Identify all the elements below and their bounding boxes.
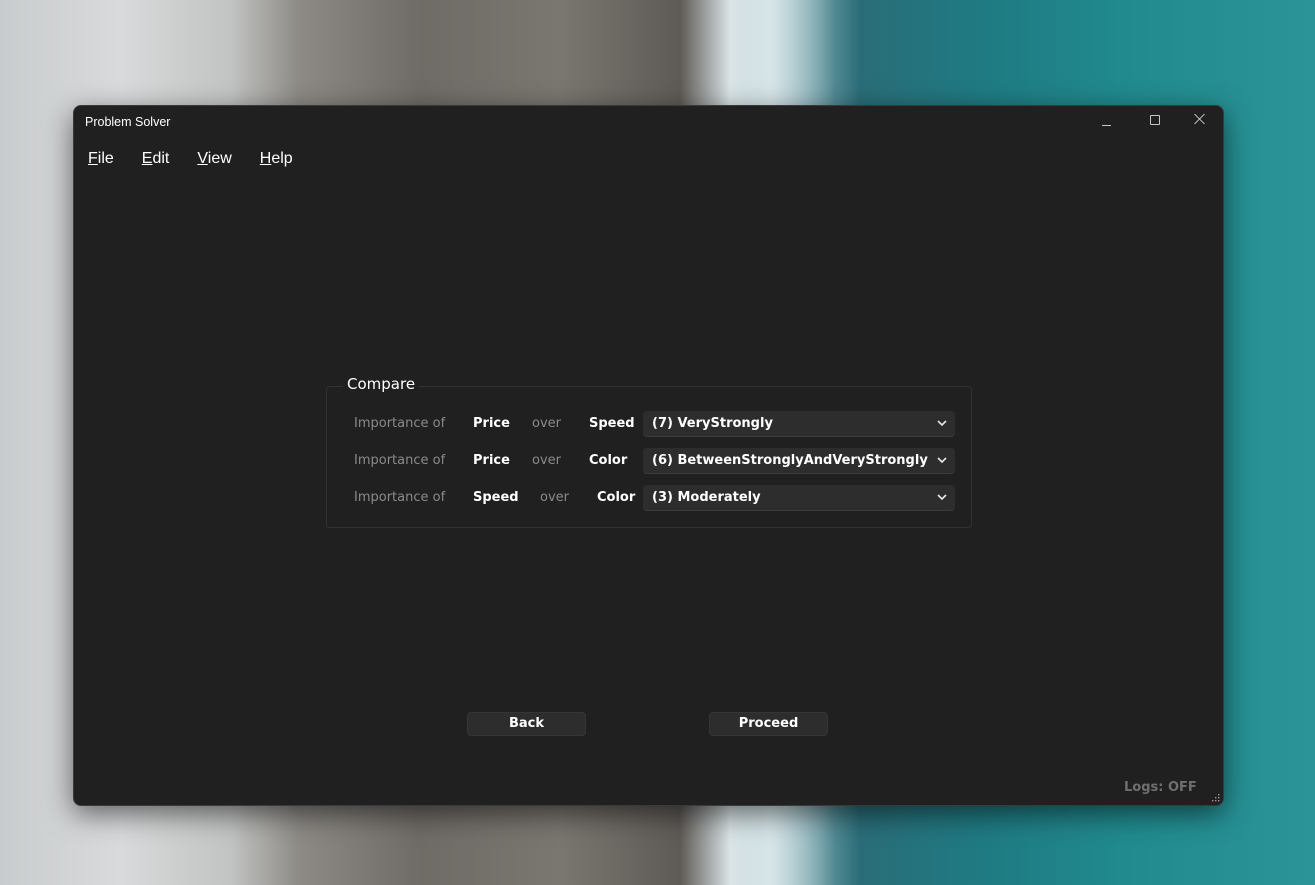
app-window: Problem Solver File Edit View Help Compa…: [73, 105, 1224, 806]
criterion-b: Color: [589, 453, 628, 468]
chevron-down-icon: [937, 494, 947, 501]
logs-status[interactable]: Logs: OFF: [1124, 780, 1197, 795]
minimize-icon: [1102, 125, 1111, 126]
menu-edit[interactable]: Edit: [128, 146, 184, 174]
compare-group-title: Compare: [343, 375, 420, 393]
importance-dropdown-speed-color[interactable]: (3) Moderately: [643, 485, 955, 511]
chevron-down-icon: [937, 420, 947, 427]
close-icon: [1194, 113, 1206, 125]
back-button[interactable]: Back: [467, 712, 586, 736]
maximize-icon: [1150, 115, 1160, 125]
title-bar[interactable]: Problem Solver: [74, 106, 1223, 138]
importance-dropdown-price-speed[interactable]: (7) VeryStrongly: [643, 411, 955, 437]
menu-view-label: iew: [207, 150, 232, 167]
importance-dropdown-price-color[interactable]: (6) BetweenStronglyAndVeryStrongly: [643, 448, 955, 474]
window-title: Problem Solver: [85, 115, 171, 129]
menu-edit-label: dit: [152, 150, 170, 167]
compare-group: Compare Importance of Price over Speed (…: [326, 375, 972, 528]
dropdown-selected-value: (6) BetweenStronglyAndVeryStrongly: [652, 453, 928, 468]
menu-view[interactable]: View: [183, 146, 245, 174]
dropdown-selected-value: (3) Moderately: [652, 490, 761, 505]
comparison-row: Importance of Speed over Color (3) Moder…: [327, 485, 971, 511]
over-label: over: [540, 490, 569, 505]
criterion-b: Speed: [589, 416, 635, 431]
over-label: over: [532, 453, 561, 468]
menu-bar: File Edit View Help: [74, 146, 307, 174]
dropdown-selected-value: (7) VeryStrongly: [652, 416, 773, 431]
desktop-background: Problem Solver File Edit View Help Compa…: [0, 0, 1315, 885]
comparison-row: Importance of Price over Speed (7) VeryS…: [327, 411, 971, 437]
chevron-down-icon: [937, 457, 947, 464]
menu-view-accel: V: [197, 150, 208, 167]
menu-file-accel: F: [88, 150, 98, 167]
menu-help[interactable]: Help: [246, 146, 307, 174]
menu-help-label: elp: [271, 150, 293, 167]
menu-edit-accel: E: [141, 150, 153, 167]
close-button[interactable]: [1177, 106, 1223, 136]
over-label: over: [532, 416, 561, 431]
menu-file[interactable]: File: [74, 146, 128, 174]
maximize-button[interactable]: [1131, 106, 1177, 136]
minimize-button[interactable]: [1083, 106, 1129, 136]
criterion-a: Speed: [473, 490, 519, 505]
comparison-row: Importance of Price over Color (6) Betwe…: [327, 448, 971, 474]
resize-grip-icon[interactable]: [1210, 792, 1220, 802]
importance-label: Importance of: [354, 416, 446, 431]
criterion-b: Color: [597, 490, 636, 505]
menu-help-accel: H: [259, 150, 272, 167]
criterion-a: Price: [473, 453, 510, 468]
importance-label: Importance of: [354, 453, 446, 468]
criterion-a: Price: [473, 416, 510, 431]
importance-label: Importance of: [354, 490, 446, 505]
proceed-button[interactable]: Proceed: [709, 712, 828, 736]
menu-file-label: ile: [97, 150, 114, 167]
